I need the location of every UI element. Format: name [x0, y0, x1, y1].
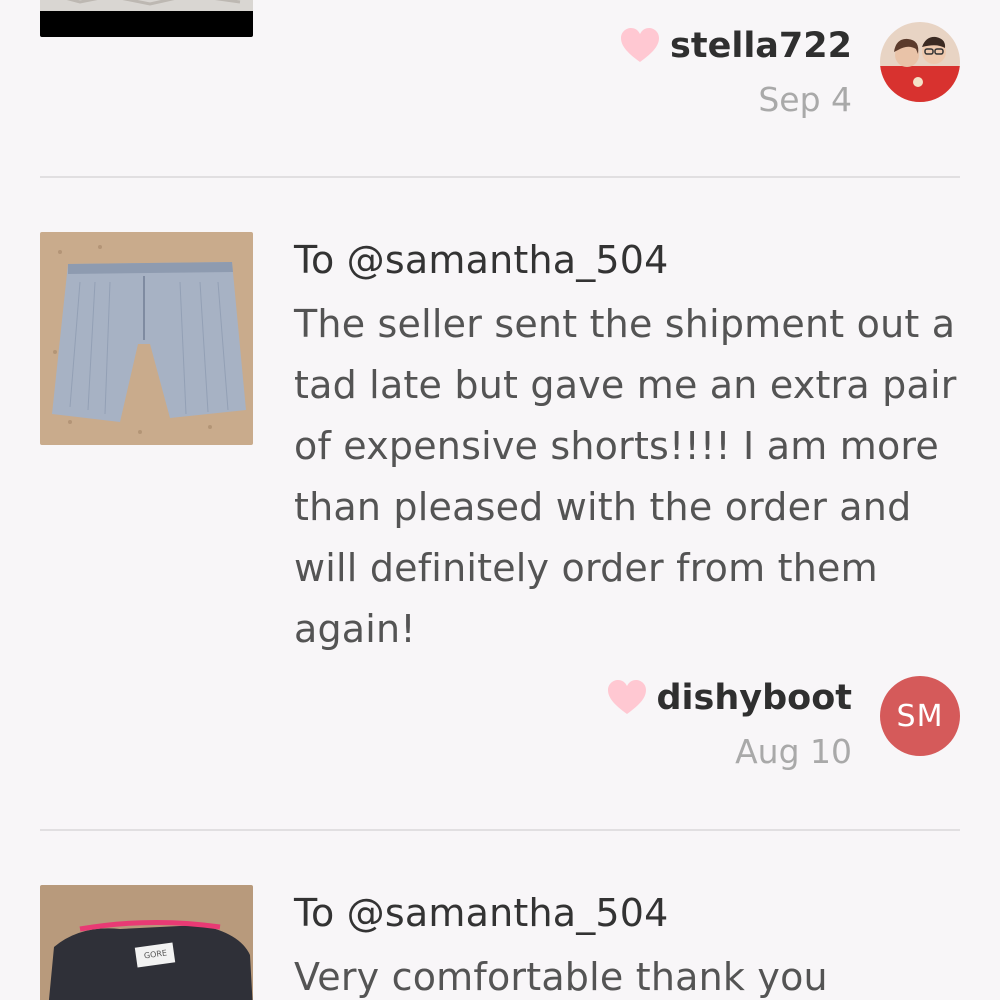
review-feed: stella722 Sep 4 To @samantha_504 The sel… — [0, 0, 1000, 1000]
reviewer-avatar[interactable]: SM — [880, 676, 960, 756]
reviewer-username[interactable]: dishyboot — [657, 678, 853, 718]
reviewer-username[interactable]: stella722 — [670, 26, 852, 66]
review-item-image[interactable]: GORE — [40, 885, 253, 1000]
review-text: The seller sent the shipment out a tad l… — [294, 302, 957, 651]
review-item-image[interactable] — [40, 0, 253, 37]
review-item-image[interactable] — [40, 232, 253, 445]
review-date: Sep 4 — [758, 80, 852, 119]
divider — [40, 829, 960, 831]
heart-icon[interactable] — [620, 28, 660, 64]
review-meta: stella722 Sep 4 — [620, 26, 852, 119]
review-recipient[interactable]: To @samantha_504 — [294, 238, 669, 282]
review-recipient[interactable]: To @samantha_504 — [294, 891, 669, 935]
review-text: Very comfortable thank you — [294, 955, 828, 999]
heart-icon[interactable] — [607, 680, 647, 716]
review-meta: dishyboot Aug 10 — [607, 678, 853, 771]
divider — [40, 176, 960, 178]
reviewer-avatar[interactable] — [880, 22, 960, 102]
review-date: Aug 10 — [735, 732, 852, 771]
